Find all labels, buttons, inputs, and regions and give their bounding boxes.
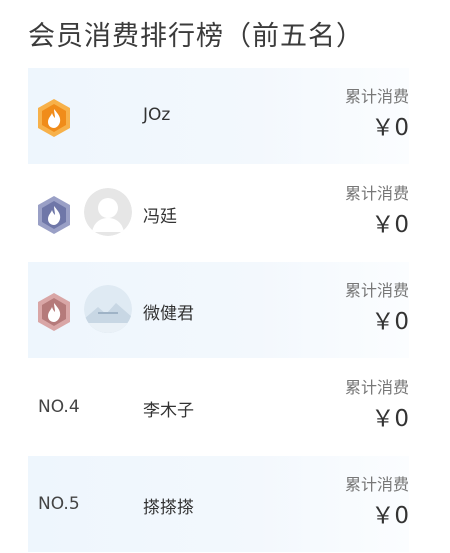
member-name: 冯廷	[143, 207, 177, 227]
list-item[interactable]: NO.4 李木子 累计消费 ￥0	[28, 359, 409, 455]
stat-value: ￥0	[371, 115, 409, 141]
default-avatar-icon	[84, 188, 132, 236]
silver-medal-icon	[38, 196, 70, 234]
stat-value: ￥0	[371, 406, 409, 432]
stat-value: ￥0	[371, 309, 409, 335]
stat-value: ￥0	[371, 503, 409, 529]
rank-label: NO.5	[38, 494, 80, 514]
bronze-medal-icon	[38, 293, 70, 331]
stat-label: 累计消费	[344, 281, 409, 300]
landscape-avatar-icon	[84, 285, 132, 333]
rank-label: NO.4	[38, 397, 80, 417]
stat-label: 累计消费	[344, 87, 409, 106]
member-name: 搽搽搽	[143, 498, 194, 518]
avatar[interactable]	[84, 188, 132, 236]
member-name: JOz	[143, 105, 171, 125]
member-name: 李木子	[143, 401, 194, 421]
list-item[interactable]: 冯廷 累计消费 ￥0	[28, 165, 409, 261]
gold-medal-icon	[38, 99, 70, 137]
stat-label: 累计消费	[344, 184, 409, 203]
stat-label: 累计消费	[344, 475, 409, 494]
ranking-list: JOz 累计消费 ￥0 冯廷 累计消费 ￥0 微健君 累计消费 ￥0 NO.4 …	[28, 68, 409, 553]
list-item[interactable]: NO.5 搽搽搽 累计消费 ￥0	[28, 456, 409, 552]
stat-label: 累计消费	[344, 378, 409, 397]
list-item[interactable]: 微健君 累计消费 ￥0	[28, 262, 409, 358]
stat-value: ￥0	[371, 212, 409, 238]
member-name: 微健君	[143, 304, 194, 324]
page-title: 会员消费排行榜（前五名）	[28, 21, 364, 52]
avatar[interactable]	[84, 285, 132, 333]
list-item[interactable]: JOz 累计消费 ￥0	[28, 68, 409, 164]
